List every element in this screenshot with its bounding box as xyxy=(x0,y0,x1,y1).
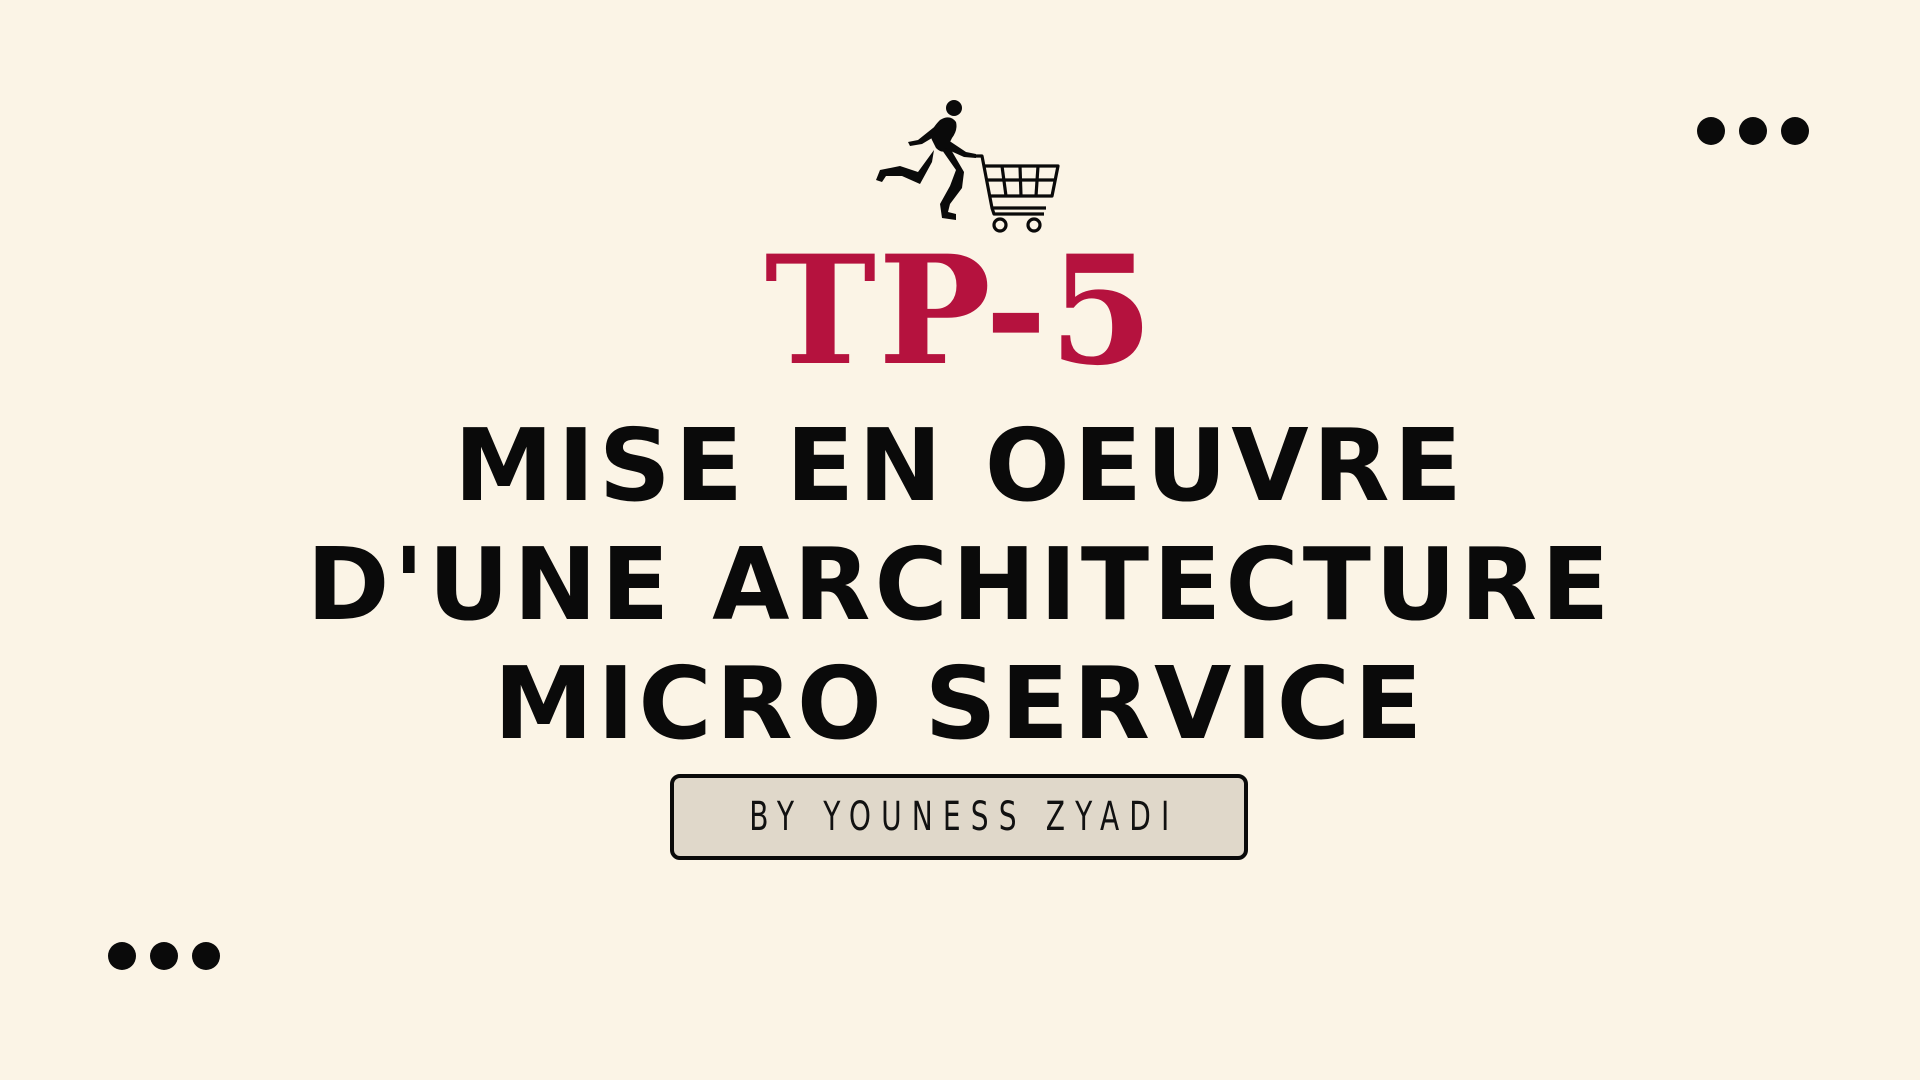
person-pushing-shopping-cart-icon xyxy=(876,100,1060,233)
slide-title: MISE EN OEUVRE D'UNE ARCHITECTURE MICRO … xyxy=(0,406,1920,763)
dot xyxy=(150,942,178,970)
title-line-1: MISE EN OEUVRE xyxy=(454,407,1466,524)
dot xyxy=(1697,117,1725,145)
dot xyxy=(192,942,220,970)
dot xyxy=(1781,117,1809,145)
title-line-2: D'UNE ARCHITECTURE xyxy=(306,526,1614,643)
tp-label: TP-5 xyxy=(764,223,1156,399)
three-dots-icon xyxy=(108,942,220,970)
dot xyxy=(1739,117,1767,145)
dot xyxy=(108,942,136,970)
author-badge: BY YOUNESS ZYADI xyxy=(670,774,1248,860)
title-slide: TP-5 MISE EN OEUVRE D'UNE ARCHITECTURE M… xyxy=(0,0,1920,1080)
three-dots-icon xyxy=(1697,117,1809,145)
title-line-3: MICRO SERVICE xyxy=(493,645,1427,762)
author-name: BY YOUNESS ZYADI xyxy=(748,794,1180,840)
